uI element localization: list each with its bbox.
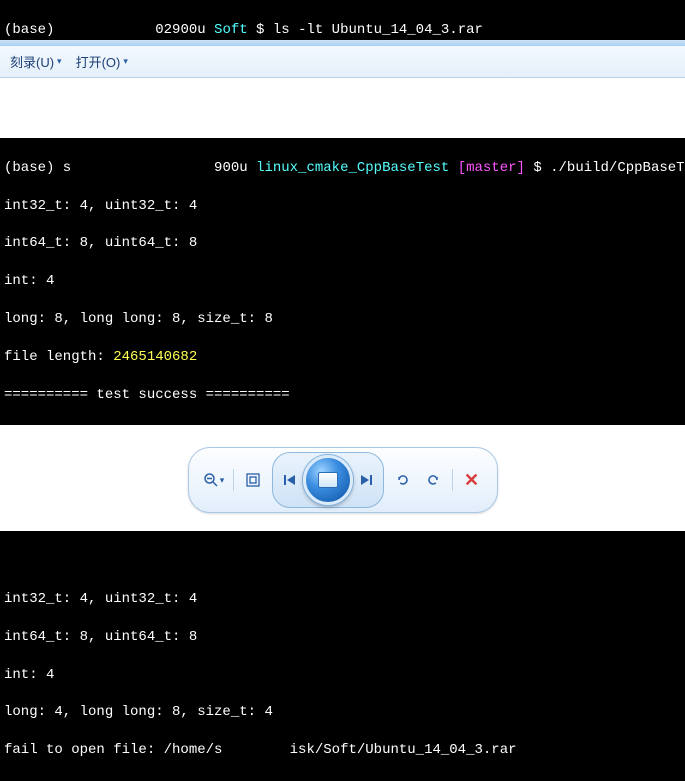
undo-icon xyxy=(395,472,411,488)
open-label: 打开(O) xyxy=(76,52,121,71)
previous-icon xyxy=(283,473,297,487)
term-line: (base) s 900u linux_cmake_CppBaseTest [m… xyxy=(4,159,681,178)
redo-icon xyxy=(425,472,441,488)
term-line: long: 8, long long: 8, size_t: 8 xyxy=(4,310,681,329)
term-line: int32_t: 4, uint32_t: 4 xyxy=(4,197,681,216)
terminal-middle: (base) s 900u linux_cmake_CppBaseTest [m… xyxy=(0,138,685,425)
rotate-left-button[interactable] xyxy=(388,465,418,495)
terminal-top: (base) 02900u Soft $ ls -lt Ubuntu_14_04… xyxy=(0,0,685,40)
separator xyxy=(452,469,453,491)
term-line: int64_t: 8, uint64_t: 8 xyxy=(4,234,681,253)
term-line: fail to open file: /home/s isk/Soft/Ubun… xyxy=(4,741,681,760)
term-line: int64_t: 8, uint64_t: 8 xyxy=(4,628,681,647)
zoom-out-button[interactable]: ▾ xyxy=(199,465,229,495)
term-line: int: 4 xyxy=(4,272,681,291)
close-icon: ✕ xyxy=(464,470,479,491)
term-line xyxy=(4,552,681,571)
viewer-toolbar: 刻录(U) ▾ 打开(O) ▾ xyxy=(0,46,685,78)
term-line: file length: 2465140682 xyxy=(4,348,681,367)
nav-group xyxy=(272,452,384,508)
actual-size-button[interactable] xyxy=(303,455,353,505)
fit-window-button[interactable] xyxy=(238,465,268,495)
next-button[interactable] xyxy=(351,467,381,493)
zoom-out-icon xyxy=(203,472,219,488)
term-line: ========== test success ========== xyxy=(4,386,681,405)
control-bar-area: ▾ ✕ xyxy=(0,425,685,531)
separator xyxy=(233,469,234,491)
rotate-right-button[interactable] xyxy=(418,465,448,495)
blank-area xyxy=(0,78,685,138)
chevron-down-icon: ▾ xyxy=(220,475,225,486)
term-line: long: 4, long long: 8, size_t: 4 xyxy=(4,703,681,722)
chevron-down-icon: ▾ xyxy=(123,56,128,67)
term-line: (base) 02900u Soft $ ls -lt Ubuntu_14_04… xyxy=(4,21,681,40)
window-icon xyxy=(318,472,338,488)
burn-menu[interactable]: 刻录(U) ▾ xyxy=(10,52,62,71)
terminal-bottom: int32_t: 4, uint32_t: 4 int64_t: 8, uint… xyxy=(0,531,685,781)
previous-button[interactable] xyxy=(275,467,305,493)
close-button[interactable]: ✕ xyxy=(457,465,487,495)
term-line: int: 4 xyxy=(4,666,681,685)
image-viewer-controls: ▾ ✕ xyxy=(188,447,498,513)
open-menu[interactable]: 打开(O) ▾ xyxy=(76,52,128,71)
burn-label: 刻录(U) xyxy=(10,52,54,71)
next-icon xyxy=(359,473,373,487)
term-line: int32_t: 4, uint32_t: 4 xyxy=(4,590,681,609)
fit-window-icon xyxy=(245,472,261,488)
chevron-down-icon: ▾ xyxy=(57,56,62,67)
